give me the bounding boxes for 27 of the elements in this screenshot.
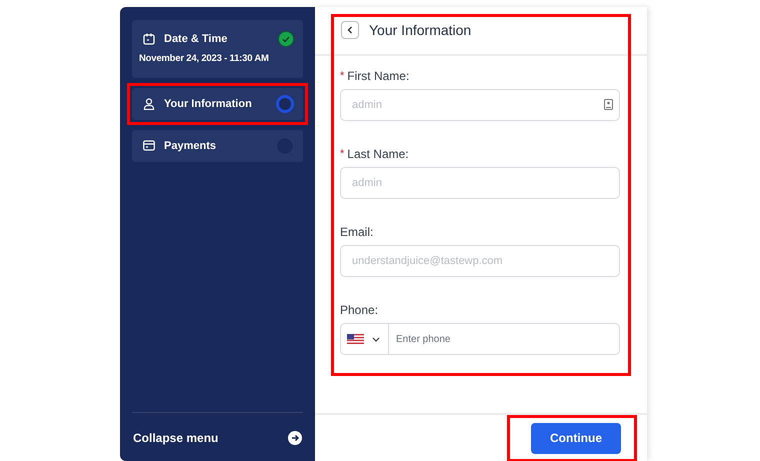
collapse-menu-label[interactable]: Collapse menu [133, 429, 218, 447]
arrow-right-circle-icon[interactable] [288, 431, 302, 445]
step-item[interactable]: Date & Time November 24, 2023 - 11:30 AM [132, 20, 303, 78]
person-icon [143, 98, 155, 110]
phone-input[interactable]: Enter phone [389, 324, 619, 354]
calendar-icon [143, 33, 155, 46]
field-label: First Name: [347, 68, 410, 85]
back-button[interactable] [341, 21, 359, 39]
contact-card-icon[interactable] [604, 99, 613, 110]
flag-icon [347, 334, 364, 344]
required-mark: * [340, 68, 344, 84]
step-title: Date & Time [164, 32, 228, 47]
step-item[interactable]: Your Information [132, 88, 303, 120]
phone-field[interactable]: Enter phone [340, 323, 620, 355]
chevron-down-icon [372, 336, 380, 342]
field-label: Email: [340, 224, 374, 241]
panel-title: Your Information [369, 21, 472, 40]
chevron-left-icon [347, 26, 353, 34]
card-icon [143, 140, 155, 152]
continue-button[interactable]: Continue [531, 422, 621, 454]
required-mark: * [340, 146, 344, 162]
step-title: Payments [164, 138, 216, 154]
step-date-time: November 24, 2023 - 11:30 AM [139, 52, 269, 66]
step-item[interactable]: Payments [132, 130, 303, 162]
field-label: Phone: [340, 302, 378, 319]
step-title: Your Information [164, 96, 252, 112]
field-label: Last Name: [347, 146, 409, 163]
